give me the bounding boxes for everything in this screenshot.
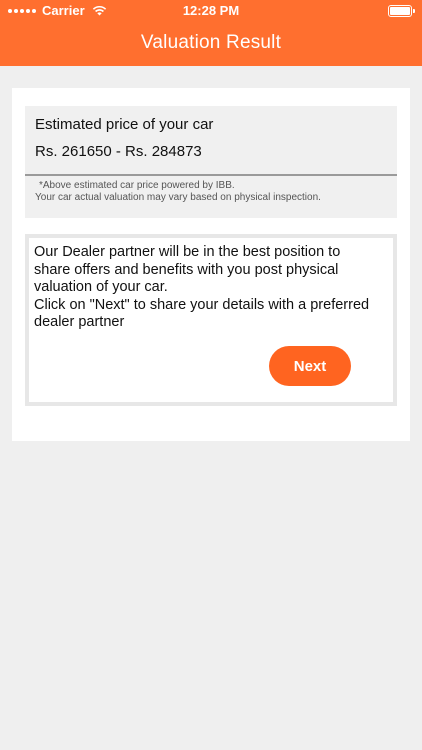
battery-icon <box>388 5 415 17</box>
next-button[interactable]: Next <box>269 346 351 386</box>
dealer-info-box: Our Dealer partner will be in the best p… <box>25 234 397 406</box>
price-box: Estimated price of your car Rs. 261650 -… <box>25 106 397 218</box>
dealer-info-line5: dealer partner <box>34 314 125 330</box>
dealer-info-text: Our Dealer partner will be in the best p… <box>34 244 390 332</box>
status-time: 12:28 PM <box>182 3 240 18</box>
dealer-info-line4: Click on "Next" to share your details wi… <box>34 296 370 313</box>
status-bar: Carrier 12:28 PM <box>0 0 422 22</box>
app-header: Carrier 12:28 PM Valuation Result <box>0 0 422 66</box>
price-underline <box>25 174 397 176</box>
result-card: Estimated price of your car Rs. 261650 -… <box>12 88 410 441</box>
price-value: Rs. 261650 - Rs. 284873 <box>35 143 202 160</box>
dealer-info-line3: valuation of your car. <box>34 279 168 295</box>
price-note-line2: Your car actual valuation may vary based… <box>35 192 321 203</box>
dealer-info-inner: Our Dealer partner will be in the best p… <box>29 238 393 402</box>
price-label: Estimated price of your car <box>35 116 214 133</box>
dealer-info-line1: Our Dealer partner will be in the best p… <box>34 244 341 260</box>
price-note-line1: *Above estimated car price powered by IB… <box>39 180 235 191</box>
price-note: *Above estimated car price powered by IB… <box>35 180 321 204</box>
dealer-info-line2: share offers and benefits with you post … <box>34 261 339 278</box>
page-title: Valuation Result <box>140 32 282 53</box>
